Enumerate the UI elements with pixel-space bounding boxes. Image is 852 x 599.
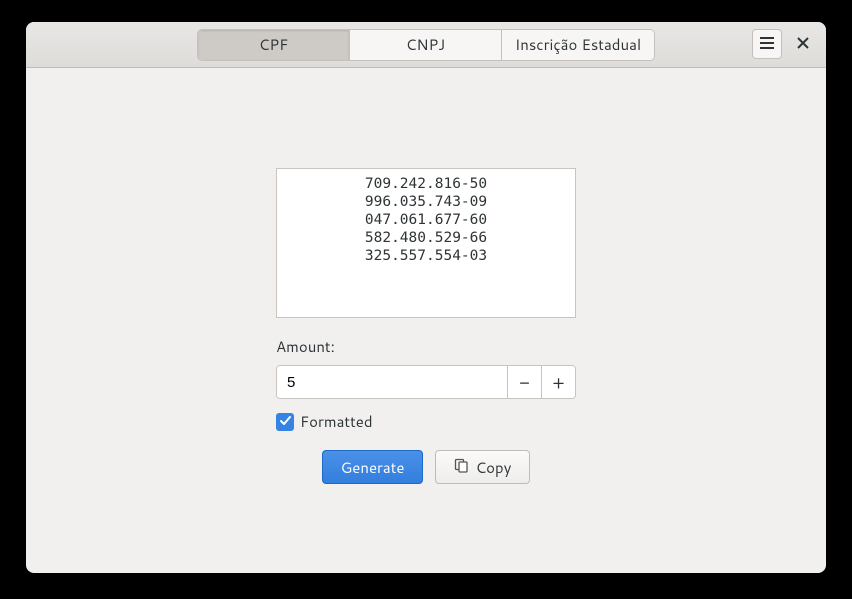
header-controls — [752, 29, 818, 59]
amount-spinbutton: − + — [276, 365, 576, 399]
close-button[interactable] — [788, 29, 818, 59]
tab-cpf[interactable]: CPF — [198, 30, 350, 60]
generate-label: Generate — [341, 457, 405, 478]
check-icon — [279, 412, 292, 432]
tab-switcher: CPF CNPJ Inscrição Estadual — [197, 29, 655, 61]
formatted-checkbox[interactable] — [276, 413, 294, 431]
content-area: 709.242.816-50 996.035.743-09 047.061.67… — [26, 68, 826, 573]
header-bar: CPF CNPJ Inscrição Estadual — [26, 22, 826, 68]
copy-icon — [454, 457, 469, 478]
menu-button[interactable] — [752, 29, 782, 59]
hamburger-icon — [760, 34, 774, 54]
tab-cnpj[interactable]: CNPJ — [350, 30, 502, 60]
formatted-label[interactable]: Formatted — [300, 411, 373, 432]
output-textview[interactable]: 709.242.816-50 996.035.743-09 047.061.67… — [276, 168, 576, 318]
minus-icon: − — [519, 369, 530, 395]
amount-label: Amount: — [276, 336, 576, 357]
amount-field: Amount: − + — [276, 336, 576, 399]
app-window: CPF CNPJ Inscrição Estadual 709.242.816-… — [26, 22, 826, 573]
close-icon — [797, 34, 809, 54]
plus-icon: + — [552, 369, 564, 395]
generate-button[interactable]: Generate — [322, 450, 424, 484]
amount-decrement[interactable]: − — [507, 366, 541, 398]
amount-increment[interactable]: + — [541, 366, 575, 398]
copy-button[interactable]: Copy — [435, 450, 530, 484]
amount-input[interactable] — [277, 366, 507, 398]
tab-inscricao-estadual[interactable]: Inscrição Estadual — [502, 30, 654, 60]
formatted-row: Formatted — [276, 411, 576, 432]
copy-label: Copy — [475, 457, 511, 478]
button-row: Generate Copy — [322, 450, 531, 484]
